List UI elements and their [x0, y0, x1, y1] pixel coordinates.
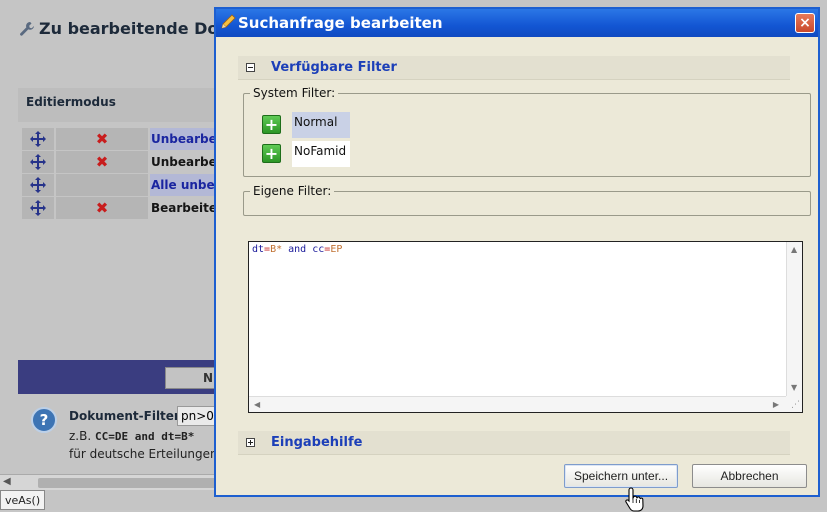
search-query-dialog: Suchanfrage bearbeiten × Verfügbare Filt… [214, 7, 820, 512]
empty-cell [56, 174, 148, 196]
dialog-title: Suchanfrage bearbeiten [238, 14, 443, 32]
move-handle[interactable] [22, 197, 54, 219]
table-row: ✖ Unbearbe [22, 128, 214, 150]
query-token-field: dt [252, 244, 265, 255]
query-token-val: EP [330, 244, 343, 255]
move-arrows-icon [30, 200, 46, 216]
scroll-right-icon[interactable]: ▶ [773, 400, 779, 409]
row-name[interactable]: Alle unbe [150, 174, 214, 196]
question-icon[interactable]: ? [31, 407, 57, 433]
delete-button[interactable]: ✖ [56, 197, 148, 219]
table-row: ✖ Bearbeite [22, 197, 214, 219]
available-filters-header[interactable]: Verfügbare Filter [238, 56, 790, 80]
status-tooltip: veAs() [0, 490, 46, 510]
custom-filter-label: Eigene Filter: [253, 184, 332, 198]
nav-button[interactable]: N [165, 367, 214, 389]
red-x-icon: ✖ [95, 129, 109, 148]
scroll-up-icon[interactable]: ▲ [791, 245, 797, 254]
system-filter-group: System Filter: + Normal + NoFamid [243, 86, 811, 177]
hand-cursor-icon [625, 487, 644, 512]
table-row: Alle unbe [22, 174, 214, 196]
query-token-val: B* [270, 244, 283, 255]
horizontal-scrollbar[interactable]: ◀ [0, 474, 214, 490]
row-name[interactable]: Unbearbe [150, 128, 214, 150]
edit-mode-header: Editiermodus [18, 88, 214, 122]
page-title-text: Zu bearbeitende Doku [39, 19, 214, 38]
doc-filter-input[interactable]: pn>0 [177, 406, 214, 426]
scroll-left-icon[interactable]: ◀ [254, 400, 260, 409]
doc-filter-label: Dokument-Filter: [69, 409, 185, 423]
doc-filter-example: z.B. CC=DE and dt=B* [69, 429, 194, 443]
red-x-icon: ✖ [95, 198, 109, 217]
doc-filter-description: für deutsche Erteilungen [69, 447, 214, 461]
expand-icon[interactable] [246, 438, 255, 447]
available-filters-title: Verfügbare Filter [271, 60, 397, 75]
query-text[interactable]: dt=B* and cc=EP [252, 244, 342, 255]
editor-vertical-scrollbar[interactable]: ▲ ▼ [786, 242, 802, 396]
input-help-title: Eingabehilfe [271, 435, 363, 450]
table-row: ✖ Unbearbe [22, 151, 214, 173]
custom-filter-group: Eigene Filter: [243, 184, 811, 216]
query-editor[interactable]: dt=B* and cc=EP ▲ ▼ ◀ ▶ ⋰ [248, 241, 803, 413]
move-handle[interactable] [22, 151, 54, 173]
add-filter-button[interactable]: + [262, 115, 281, 134]
row-name[interactable]: Bearbeite [150, 197, 214, 219]
wrench-icon [20, 21, 34, 36]
collapse-icon[interactable] [246, 63, 255, 72]
add-filter-button[interactable]: + [262, 144, 281, 163]
scroll-thumb[interactable] [38, 478, 214, 488]
edit-mode-label: Editiermodus [26, 95, 116, 109]
resize-grip-icon[interactable]: ⋰ [786, 396, 802, 412]
delete-button[interactable]: ✖ [56, 151, 148, 173]
scroll-left-icon[interactable]: ◀ [3, 476, 11, 487]
move-handle[interactable] [22, 128, 54, 150]
scroll-down-icon[interactable]: ▼ [791, 383, 797, 392]
background-content: Zu bearbeitende Doku Editiermodus ✖ Unbe… [0, 0, 214, 510]
delete-button[interactable]: ✖ [56, 128, 148, 150]
pencil-icon [221, 14, 236, 29]
save-as-button[interactable]: Speichern unter... [564, 464, 678, 488]
cancel-button[interactable]: Abbrechen [692, 464, 807, 488]
query-token-kw: and [282, 244, 313, 255]
example-prefix: z.B. [69, 429, 92, 443]
row-name[interactable]: Unbearbe [150, 151, 214, 173]
move-arrows-icon [30, 154, 46, 170]
close-button[interactable]: × [795, 13, 815, 33]
query-token-field: cc [312, 244, 325, 255]
move-arrows-icon [30, 177, 46, 193]
dialog-titlebar[interactable]: Suchanfrage bearbeiten × [216, 9, 818, 37]
filter-name[interactable]: NoFamid [292, 141, 350, 167]
page-title: Zu bearbeitende Doku [19, 19, 214, 38]
example-code: CC=DE and dt=B* [95, 430, 195, 443]
move-handle[interactable] [22, 174, 54, 196]
editor-horizontal-scrollbar[interactable]: ◀ ▶ [249, 396, 786, 412]
move-arrows-icon [30, 131, 46, 147]
system-filter-label: System Filter: [253, 86, 336, 100]
input-help-header[interactable]: Eingabehilfe [238, 431, 790, 455]
filter-name[interactable]: Normal [292, 112, 350, 138]
red-x-icon: ✖ [95, 152, 109, 171]
